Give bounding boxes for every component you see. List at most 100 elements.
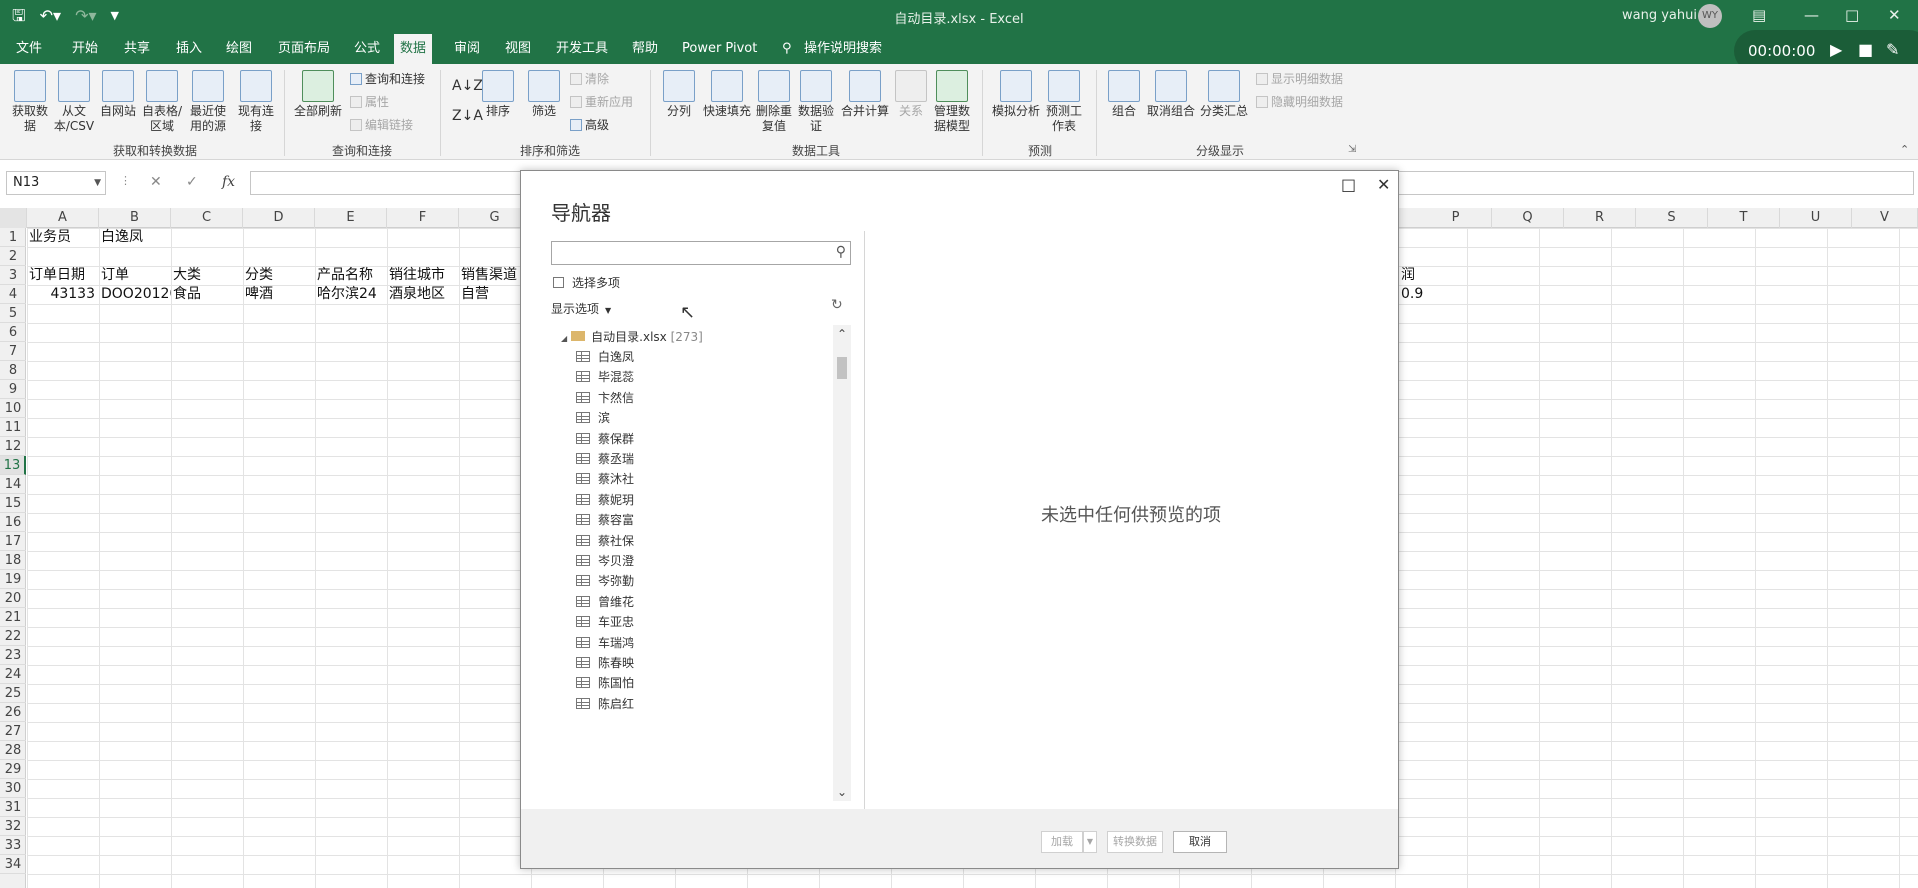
consolidate-button[interactable]: 合并计算 [838,70,892,119]
scroll-up-icon[interactable]: ⌃ [837,327,847,341]
row-header[interactable]: 15 [0,494,26,513]
filter-button[interactable]: 筛选 [524,70,564,119]
hide-detail-button[interactable]: 隐藏明细数据 [1256,94,1343,110]
remove-duplicates-button[interactable]: 删除重复值 [754,70,794,134]
column-header[interactable]: F [387,208,459,228]
stop-icon[interactable]: ■ [1858,40,1873,59]
cancel-button[interactable]: 取消 [1173,831,1227,853]
refresh-all-button[interactable]: 全部刷新 [292,70,344,119]
row-header[interactable]: 26 [0,703,26,722]
cell-a1[interactable]: 业务员 [27,228,99,247]
refresh-icon[interactable]: ↻ [831,297,843,313]
row-header[interactable]: 22 [0,627,26,646]
column-header[interactable]: P [1420,208,1492,228]
close-window-icon[interactable]: ✕ [1888,6,1901,24]
cell-o4[interactable]: 0.9 [1399,285,1427,304]
navigator-sheet-item[interactable]: 蔡丞瑞 [576,449,634,469]
row-header[interactable]: 14 [0,475,26,494]
row-header[interactable]: 19 [0,570,26,589]
column-header[interactable]: U [1780,208,1852,228]
cell-d3[interactable]: 分类 [243,266,315,285]
tab-share[interactable]: 共享 [118,34,156,64]
row-header[interactable]: 30 [0,779,26,798]
minimize-icon[interactable]: — [1804,6,1819,24]
row-header[interactable]: 16 [0,513,26,532]
row-header[interactable]: 21 [0,608,26,627]
row-header[interactable]: 8 [0,361,26,380]
scroll-thumb[interactable] [837,357,847,379]
column-header[interactable]: S [1636,208,1708,228]
column-header[interactable]: T [1708,208,1780,228]
row-header[interactable]: 25 [0,684,26,703]
navigator-sheet-item[interactable]: 陈启红 [576,694,634,714]
text-to-columns-button[interactable]: 分列 [658,70,700,119]
manage-data-model-button[interactable]: 管理数据模型 [930,70,974,134]
transform-data-button[interactable]: 转换数据 [1107,831,1163,853]
column-header[interactable]: V [1852,208,1918,228]
maximize-icon[interactable]: □ [1341,175,1356,194]
navigator-sheet-item[interactable]: 白逸凤 [576,347,634,367]
tree-root[interactable]: ◢ 自动目录.xlsx [273] [561,328,703,345]
tab-help[interactable]: 帮助 [626,34,664,64]
recent-sources-button[interactable]: 最近使用的源 [186,70,230,134]
relationships-button[interactable]: 关系 [894,70,928,119]
tab-page-layout[interactable]: 页面布局 [272,34,336,64]
navigator-sheet-item[interactable]: 岑贝澄 [576,551,634,571]
cell-c4[interactable]: 食品 [171,285,243,304]
play-icon[interactable]: ▶ [1830,40,1842,59]
insert-function-icon[interactable]: fx [222,174,235,190]
navigator-sheet-item[interactable]: 蔡社保 [576,531,634,551]
name-box[interactable]: N13 ▼ [6,171,106,195]
cell-g4[interactable]: 自营 [459,285,525,304]
properties-button[interactable]: 属性 [350,94,389,110]
row-header[interactable]: 31 [0,798,26,817]
navigator-sheet-item[interactable]: 车亚忠 [576,612,634,632]
tab-draw[interactable]: 绘图 [220,34,258,64]
row-header[interactable]: 28 [0,741,26,760]
cell-b4[interactable]: DOO20120 [99,285,171,304]
reapply-button[interactable]: 重新应用 [570,94,633,110]
column-header[interactable]: E [315,208,387,228]
scroll-down-icon[interactable]: ⌄ [837,785,847,799]
row-header[interactable]: 11 [0,418,26,437]
ungroup-button[interactable]: 取消组合 [1144,70,1198,119]
select-all-corner[interactable] [0,208,27,228]
from-csv-button[interactable]: 从文本/CSV [52,70,96,134]
navigator-sheet-item[interactable]: 蔡保群 [576,429,634,449]
navigator-sheet-item[interactable]: 车瑞鸿 [576,633,634,653]
column-header[interactable]: Q [1492,208,1564,228]
row-header[interactable]: 33 [0,836,26,855]
load-button[interactable]: 加载 [1041,831,1083,853]
row-header[interactable]: 23 [0,646,26,665]
column-header[interactable]: R [1564,208,1636,228]
row-header[interactable]: 32 [0,817,26,836]
row-header[interactable]: 6 [0,323,26,342]
cell-e3[interactable]: 产品名称 [315,266,387,285]
sort-button[interactable]: 排序 [478,70,518,119]
row-header[interactable]: 18 [0,551,26,570]
display-options-dropdown[interactable]: 显示选项 ▼ [551,300,611,317]
column-header[interactable]: B [99,208,171,228]
cell-o3[interactable]: 润 [1399,266,1420,285]
cell-e4[interactable]: 哈尔滨24 [315,285,387,304]
pen-icon[interactable]: ✎ [1886,40,1899,59]
row-header[interactable]: 27 [0,722,26,741]
cell-c3[interactable]: 大类 [171,266,243,285]
row-header[interactable]: 20 [0,589,26,608]
column-header[interactable]: D [243,208,315,228]
navigator-sheet-item[interactable]: 卞然信 [576,388,634,408]
row-header[interactable]: 9 [0,380,26,399]
column-header[interactable]: A [27,208,99,228]
row-header[interactable]: 34 [0,855,26,874]
cell-a4[interactable]: 43133 [27,285,97,304]
row-header[interactable]: 3 [0,266,26,285]
tree-scrollbar[interactable]: ⌃ ⌄ [833,325,851,801]
maximize-icon[interactable]: □ [1845,6,1859,24]
navigator-sheet-item[interactable]: 蔡容富 [576,510,634,530]
row-header[interactable]: 2 [0,247,26,266]
row-header[interactable]: 5 [0,304,26,323]
show-detail-button[interactable]: 显示明细数据 [1256,71,1343,87]
cell-b3[interactable]: 订单 [99,266,171,285]
navigator-sheet-item[interactable]: 滨 [576,408,610,428]
row-header[interactable]: 1 [0,228,26,247]
